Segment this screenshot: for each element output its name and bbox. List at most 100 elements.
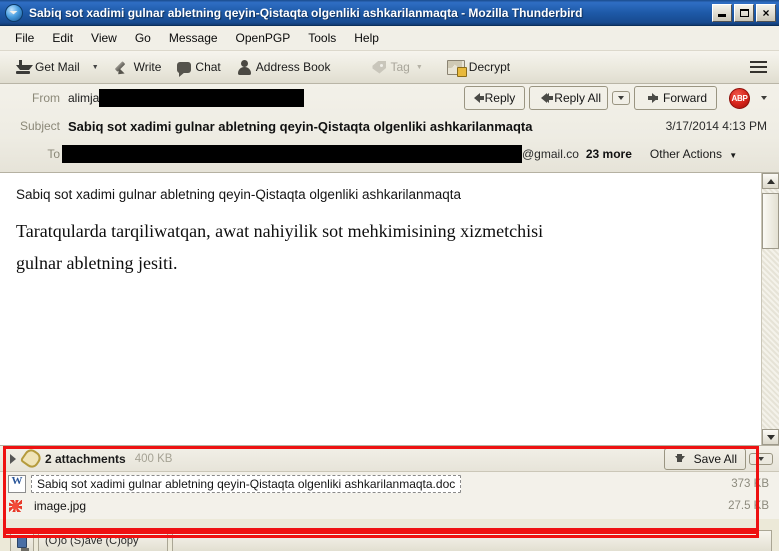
scrollbar-thumb[interactable]	[762, 193, 779, 249]
to-address-tail[interactable]: @gmail.co	[522, 147, 579, 161]
caret-up-icon	[767, 179, 775, 184]
menu-tools[interactable]: Tools	[299, 28, 345, 48]
get-mail-button[interactable]: Get Mail	[10, 57, 86, 78]
from-value[interactable]: alimja	[68, 91, 99, 105]
forward-button[interactable]: Forward	[634, 86, 717, 110]
attachment-item[interactable]: Sabiq sot xadimi gulnar abletning qeyin-…	[0, 473, 779, 495]
save-all-group: Save All	[664, 448, 773, 470]
menu-openpgp[interactable]: OpenPGP	[227, 28, 300, 48]
attachment-summary-bar: 2 attachments 400 KB Save All	[0, 446, 779, 472]
scroll-down-button[interactable]	[762, 429, 779, 445]
reply-arrow-icon	[474, 93, 480, 103]
download-mail-icon	[16, 60, 31, 75]
forward-arrow-icon	[652, 93, 658, 103]
body-line-3: gulnar abletning jesiti.	[16, 248, 745, 280]
menu-help[interactable]: Help	[345, 28, 388, 48]
chevron-down-icon	[618, 96, 624, 100]
write-label: Write	[134, 60, 162, 74]
chat-button[interactable]: Chat	[171, 57, 226, 77]
window-controls: ×	[712, 4, 776, 22]
decrypt-envelope-icon	[447, 60, 465, 75]
attachment-highlight-box-bottom	[3, 528, 759, 534]
minimize-button[interactable]	[712, 4, 732, 22]
chat-label: Chat	[195, 60, 220, 74]
chevron-down-icon: ▼	[729, 151, 737, 160]
attachment-area: 2 attachments 400 KB Save All Sabiq sot …	[0, 446, 779, 519]
body-line-2: Taratqularda tarqiliwatqan, awat nahiyil…	[16, 216, 745, 248]
reply-all-arrow-icon	[543, 93, 549, 103]
message-body-text: Sabiq sot xadimi gulnar abletning qeyin-…	[0, 173, 761, 445]
menu-message[interactable]: Message	[160, 28, 227, 48]
monitor-icon	[17, 535, 27, 548]
reply-all-dropdown-button[interactable]	[612, 91, 630, 105]
attachment-count: 2 attachments	[45, 452, 126, 466]
more-recipients-link[interactable]: 23 more	[586, 147, 632, 161]
to-label: To	[0, 147, 68, 161]
message-date: 3/17/2014 4:13 PM	[666, 119, 773, 133]
header-row-subject: Subject Sabiq sot xadimi gulnar abletnin…	[0, 112, 779, 140]
attachment-list: Sabiq sot xadimi gulnar abletning qeyin-…	[0, 472, 779, 519]
reply-label: Reply	[485, 91, 516, 105]
chat-bubble-icon	[177, 62, 191, 73]
write-button[interactable]: Write	[109, 57, 168, 78]
menu-view[interactable]: View	[82, 28, 126, 48]
adblock-plus-icon[interactable]: ABP	[729, 88, 750, 109]
close-icon: ×	[762, 7, 769, 19]
subject-label: Subject	[0, 119, 68, 133]
save-all-button[interactable]: Save All	[664, 448, 746, 470]
paperclip-icon	[20, 447, 44, 471]
decrypt-button[interactable]: Decrypt	[441, 56, 516, 78]
pencil-icon	[115, 60, 130, 75]
reply-all-button[interactable]: Reply All	[529, 86, 608, 110]
thunderbird-window: Sabiq sot xadimi gulnar abletning qeyin-…	[0, 0, 779, 551]
menu-edit[interactable]: Edit	[43, 28, 82, 48]
reply-all-label: Reply All	[554, 91, 601, 105]
main-toolbar: Get Mail ▼ Write Chat Address Book Tag ▼…	[0, 51, 779, 84]
tag-dropdown-icon: ▼	[416, 64, 423, 71]
minimize-icon	[718, 14, 726, 17]
maximize-button[interactable]	[734, 4, 754, 22]
save-all-dropdown-button[interactable]	[749, 453, 773, 465]
attachment-item[interactable]: image.jpg 27.5 KB	[0, 495, 779, 517]
expander-triangle-icon[interactable]	[10, 454, 16, 464]
address-book-button[interactable]: Address Book	[231, 57, 337, 78]
address-book-label: Address Book	[256, 60, 331, 74]
menu-file[interactable]: File	[6, 28, 43, 48]
save-all-label: Save All	[694, 452, 737, 466]
window-title: Sabiq sot xadimi gulnar abletning qeyin-…	[29, 6, 706, 20]
menu-go[interactable]: Go	[126, 28, 160, 48]
image-file-icon	[8, 498, 24, 514]
person-icon	[237, 60, 252, 75]
message-body-pane: Sabiq sot xadimi gulnar abletning qeyin-…	[0, 173, 779, 446]
attachment-size: 27.5 KB	[718, 500, 769, 512]
to-redaction	[62, 145, 522, 163]
get-mail-dropdown-icon[interactable]: ▼	[92, 64, 99, 71]
forward-label: Forward	[663, 91, 707, 105]
subject-value: Sabiq sot xadimi gulnar abletning qeyin-…	[68, 119, 666, 134]
attachment-name: image.jpg	[29, 498, 91, 514]
body-vertical-scrollbar[interactable]	[761, 173, 779, 445]
other-actions-button[interactable]: Other Actions ▼	[650, 147, 743, 161]
word-document-icon	[8, 475, 26, 493]
tag-label: Tag	[390, 60, 409, 74]
from-label: From	[0, 91, 68, 105]
close-button[interactable]: ×	[756, 4, 776, 22]
attachment-total-size: 400 KB	[135, 453, 173, 465]
taskbar-item-2-label: (O)o (S)ave (C)opy	[45, 535, 139, 547]
title-bar: Sabiq sot xadimi gulnar abletning qeyin-…	[0, 0, 779, 26]
message-header-pane: From alimja Reply Reply All Forward	[0, 84, 779, 173]
chevron-down-icon	[758, 457, 764, 461]
body-line-1: Sabiq sot xadimi gulnar abletning qeyin-…	[16, 187, 745, 202]
attachment-size: 373 KB	[721, 478, 769, 490]
maximize-icon	[740, 9, 749, 17]
scroll-up-button[interactable]	[762, 173, 779, 189]
from-redaction	[99, 89, 304, 107]
header-row-to: To @gmail.co 23 more Other Actions ▼	[0, 140, 779, 168]
tag-button[interactable]: Tag ▼	[366, 57, 428, 77]
adblock-dropdown-icon[interactable]	[761, 96, 767, 100]
app-menu-icon[interactable]	[748, 57, 769, 77]
decrypt-label: Decrypt	[469, 60, 510, 74]
message-action-buttons: Reply Reply All Forward ABP	[464, 86, 773, 110]
tag-icon	[372, 61, 386, 74]
reply-button[interactable]: Reply	[464, 86, 526, 110]
